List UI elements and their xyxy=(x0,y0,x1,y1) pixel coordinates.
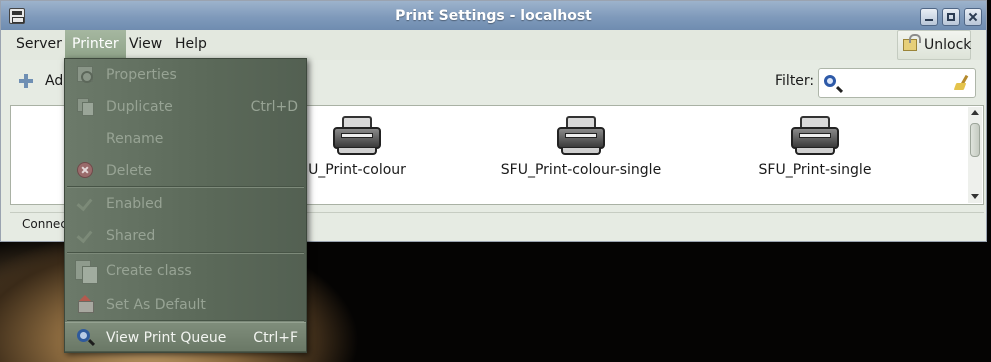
clear-filter-icon[interactable] xyxy=(955,75,969,91)
menu-item-view-print-queue[interactable]: View Print Queue Ctrl+F xyxy=(65,322,306,352)
menu-item-duplicate[interactable]: Duplicate Ctrl+D xyxy=(65,92,306,122)
menu-item-label: Set As Default xyxy=(106,297,206,313)
printer-menu-dropdown: Properties Duplicate Ctrl+D Rename Delet… xyxy=(64,58,307,353)
minimize-icon[interactable] xyxy=(920,8,938,26)
menu-item-enabled[interactable]: Enabled xyxy=(65,189,306,219)
menu-item-label: View Print Queue xyxy=(106,330,227,346)
menu-item-delete[interactable]: Delete xyxy=(65,156,306,186)
check-icon xyxy=(77,195,93,211)
search-icon xyxy=(824,75,836,87)
printer-name: SFU_Print-colour-single xyxy=(500,162,662,178)
menu-printer[interactable]: Printer xyxy=(65,30,126,59)
maximize-icon[interactable] xyxy=(942,8,960,26)
delete-icon xyxy=(77,162,93,178)
printer-name: SFU_Print-single xyxy=(758,162,872,178)
scroll-thumb[interactable] xyxy=(970,123,980,157)
lock-icon xyxy=(903,34,921,51)
menu-help[interactable]: Help xyxy=(168,30,214,59)
menu-item-accelerator: Ctrl+F xyxy=(253,330,298,346)
menu-item-label: Duplicate xyxy=(106,99,173,115)
menu-item-shared[interactable]: Shared xyxy=(65,221,306,251)
status-text: Connec xyxy=(22,217,67,231)
menu-item-accelerator: Ctrl+D xyxy=(250,99,298,115)
menu-item-label: Delete xyxy=(106,163,152,179)
title-bar[interactable]: Print Settings - localhost xyxy=(1,1,986,31)
menu-item-label: Properties xyxy=(106,67,177,83)
unlock-label: Unlock xyxy=(924,37,972,53)
menu-item-properties[interactable]: Properties xyxy=(65,60,306,90)
close-icon[interactable] xyxy=(964,8,982,26)
menu-item-rename[interactable]: Rename xyxy=(65,124,306,154)
printer-icon xyxy=(791,116,839,156)
unlock-button[interactable]: Unlock xyxy=(897,30,971,60)
scroll-down-icon[interactable] xyxy=(971,194,979,199)
vertical-scrollbar[interactable] xyxy=(968,107,982,203)
search-icon xyxy=(77,329,90,342)
class-icon xyxy=(75,260,98,284)
scroll-up-icon[interactable] xyxy=(971,110,979,115)
printer-item[interactable]: SFU_Print-single xyxy=(705,116,925,186)
menu-bar: Server Printer View Help xyxy=(1,30,986,60)
filter-input[interactable] xyxy=(818,68,976,98)
window-title: Print Settings - localhost xyxy=(395,8,592,24)
menu-view[interactable]: View xyxy=(122,30,169,59)
menu-separator xyxy=(67,186,304,188)
plus-icon xyxy=(19,74,33,88)
menu-item-label: Enabled xyxy=(106,196,163,212)
menu-item-set-as-default[interactable]: Set As Default xyxy=(65,290,306,320)
printer-item[interactable]: SFU_Print-colour-single xyxy=(471,116,691,186)
menu-item-label: Rename xyxy=(106,131,164,147)
menu-server[interactable]: Server xyxy=(9,30,69,59)
printer-icon xyxy=(557,116,605,156)
duplicate-icon xyxy=(77,98,94,116)
menu-separator xyxy=(67,252,304,254)
menu-item-label: Create class xyxy=(106,263,192,279)
menu-item-label: Shared xyxy=(106,228,156,244)
filter-label: Filter: xyxy=(775,73,815,89)
check-icon xyxy=(77,227,93,243)
printer-icon xyxy=(333,116,381,156)
menu-item-create-class[interactable]: Create class xyxy=(65,256,306,286)
properties-icon xyxy=(77,66,93,83)
set-default-icon xyxy=(77,295,94,313)
